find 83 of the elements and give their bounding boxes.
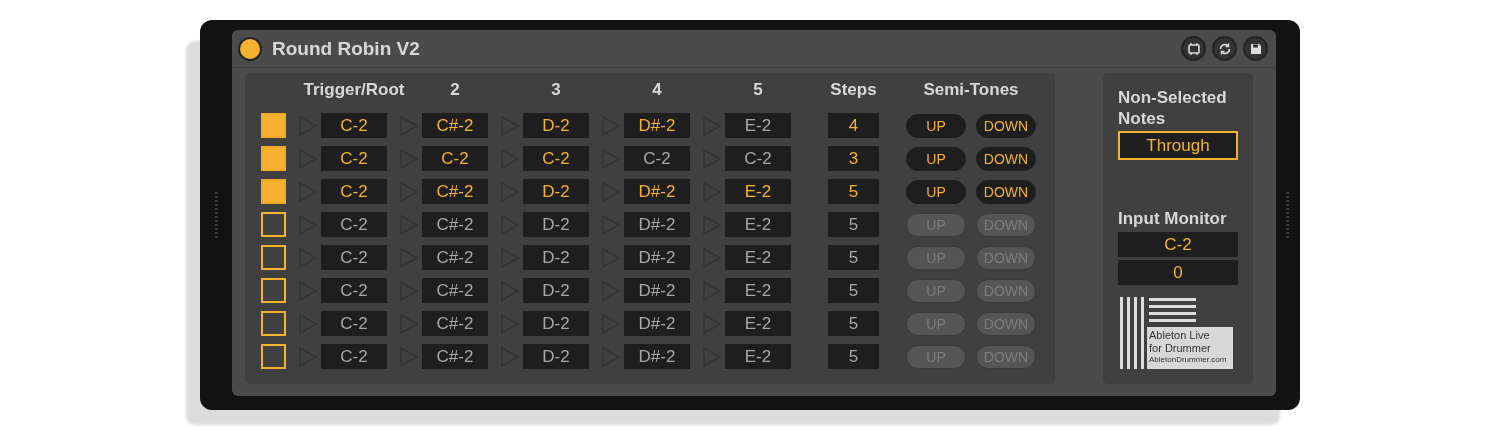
steps-field[interactable]: 5 [828, 278, 879, 303]
steps-field[interactable]: 3 [828, 146, 879, 171]
note-field[interactable]: D-2 [523, 212, 589, 237]
note-field[interactable]: E-2 [725, 179, 791, 204]
note-field[interactable]: D#-2 [624, 113, 690, 138]
note-field[interactable]: C#-2 [422, 245, 488, 270]
row-checkbox[interactable] [261, 245, 286, 270]
note-field[interactable]: D-2 [523, 245, 589, 270]
grip-icon[interactable] [1286, 192, 1289, 240]
refresh-icon[interactable] [1212, 36, 1237, 61]
note-field[interactable]: D#-2 [624, 344, 690, 369]
logo-url: AbletonDrummer.com [1149, 355, 1228, 365]
note-field[interactable]: C#-2 [422, 344, 488, 369]
note-field[interactable]: D#-2 [624, 278, 690, 303]
input-monitor-label: Input Monitor [1118, 208, 1228, 229]
column-header: 4 [651, 80, 663, 100]
steps-field[interactable]: 5 [828, 212, 879, 237]
down-button[interactable]: DOWN [976, 146, 1036, 171]
note-field[interactable]: D#-2 [624, 311, 690, 336]
note-field[interactable]: C-2 [523, 146, 589, 171]
note-field[interactable]: D#-2 [624, 245, 690, 270]
note-field[interactable]: C-2 [321, 113, 387, 138]
note-field[interactable]: C-2 [321, 212, 387, 237]
column-header: 3 [550, 80, 562, 100]
note-field[interactable]: C#-2 [422, 278, 488, 303]
note-field[interactable]: C-2 [321, 245, 387, 270]
note-field[interactable]: C-2 [725, 146, 791, 171]
up-button[interactable]: UP [906, 146, 966, 171]
note-field[interactable]: E-2 [725, 113, 791, 138]
column-header: 5 [752, 80, 764, 100]
steps-field[interactable]: 5 [828, 245, 879, 270]
note-field[interactable]: C-2 [321, 311, 387, 336]
note-field[interactable]: C-2 [321, 344, 387, 369]
power-button[interactable] [238, 36, 262, 61]
steps-field[interactable]: 5 [828, 344, 879, 369]
note-field[interactable]: C-2 [321, 146, 387, 171]
monitor-value: 0 [1118, 260, 1238, 285]
row-checkbox[interactable] [261, 146, 286, 171]
grip-icon[interactable] [215, 192, 218, 240]
save-icon[interactable] [1243, 36, 1268, 61]
note-field[interactable]: D-2 [523, 179, 589, 204]
note-field[interactable]: C#-2 [422, 113, 488, 138]
note-field[interactable]: D-2 [523, 278, 589, 303]
note-field[interactable]: D#-2 [624, 212, 690, 237]
note-field[interactable]: E-2 [725, 311, 791, 336]
note-field[interactable]: E-2 [725, 212, 791, 237]
note-field[interactable]: C#-2 [422, 311, 488, 336]
window-icon[interactable] [1181, 36, 1206, 61]
monitor-note: C-2 [1118, 232, 1238, 257]
note-field[interactable]: C-2 [321, 278, 387, 303]
row-checkbox[interactable] [261, 212, 286, 237]
column-header: Semi-Tones [922, 80, 1020, 100]
note-field[interactable]: C#-2 [422, 212, 488, 237]
logo-name: Ableton Live for Drummer [1149, 329, 1212, 355]
note-field[interactable]: D-2 [523, 113, 589, 138]
row-checkbox[interactable] [261, 344, 286, 369]
note-field[interactable]: D#-2 [624, 179, 690, 204]
steps-field[interactable]: 4 [828, 113, 879, 138]
down-button[interactable]: DOWN [976, 113, 1036, 138]
note-field[interactable]: C-2 [422, 146, 488, 171]
note-field[interactable]: E-2 [725, 278, 791, 303]
steps-field[interactable]: 5 [828, 179, 879, 204]
row-checkbox[interactable] [261, 179, 286, 204]
note-field[interactable]: D-2 [523, 344, 589, 369]
note-field[interactable]: C#-2 [422, 179, 488, 204]
down-button[interactable]: DOWN [976, 179, 1036, 204]
column-header: Steps [829, 80, 878, 100]
non-selected-label: Non-Selected Notes [1118, 87, 1228, 129]
note-field[interactable]: C-2 [624, 146, 690, 171]
device-title: Round Robin V2 [272, 37, 420, 60]
mode-field[interactable]: Through [1118, 131, 1238, 160]
note-field[interactable]: E-2 [725, 245, 791, 270]
row-checkbox[interactable] [261, 278, 286, 303]
column-header: 2 [449, 80, 461, 100]
steps-field[interactable]: 5 [828, 311, 879, 336]
column-header: Trigger/Root [302, 80, 406, 100]
note-field[interactable]: D-2 [523, 311, 589, 336]
row-checkbox[interactable] [261, 113, 286, 138]
note-field[interactable]: C-2 [321, 179, 387, 204]
row-checkbox[interactable] [261, 311, 286, 336]
note-field[interactable]: E-2 [725, 344, 791, 369]
up-button[interactable]: UP [906, 179, 966, 204]
up-button[interactable]: UP [906, 113, 966, 138]
